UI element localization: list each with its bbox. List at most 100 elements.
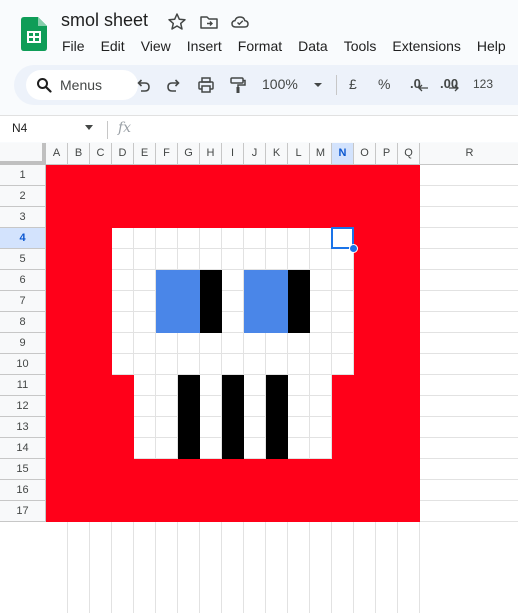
move-to-folder-icon[interactable]	[199, 12, 219, 32]
cell-h15[interactable]	[200, 459, 222, 480]
cell-d4[interactable]	[112, 228, 134, 249]
cell-a5[interactable]	[46, 249, 68, 270]
cell-p8[interactable]	[376, 312, 398, 333]
cell-l2[interactable]	[288, 186, 310, 207]
cell-i17[interactable]	[222, 501, 244, 522]
cell-l11[interactable]	[288, 375, 310, 396]
sheets-logo-icon[interactable]	[21, 17, 47, 51]
zoom-dropdown-icon[interactable]	[308, 75, 328, 95]
row-header-8[interactable]: 8	[0, 312, 46, 333]
cell-m16[interactable]	[310, 480, 332, 501]
cell-n10[interactable]	[332, 354, 354, 375]
cell-p5[interactable]	[376, 249, 398, 270]
cell-r10[interactable]	[420, 354, 518, 375]
cell-q3[interactable]	[398, 207, 420, 228]
cell-l10[interactable]	[288, 354, 310, 375]
cell-e15[interactable]	[134, 459, 156, 480]
cell-g16[interactable]	[178, 480, 200, 501]
name-box[interactable]: N4	[12, 121, 27, 135]
cell-m11[interactable]	[310, 375, 332, 396]
cell-n13[interactable]	[332, 417, 354, 438]
cell-k15[interactable]	[266, 459, 288, 480]
cell-f14[interactable]	[156, 438, 178, 459]
cell-m8[interactable]	[310, 312, 332, 333]
row-header-15[interactable]: 15	[0, 459, 46, 480]
cell-p11[interactable]	[376, 375, 398, 396]
menu-edit[interactable]: Edit	[93, 36, 133, 56]
cell-h6[interactable]	[200, 270, 222, 291]
cell-c7[interactable]	[90, 291, 112, 312]
currency-format-button[interactable]: £	[349, 76, 357, 92]
menu-data[interactable]: Data	[290, 36, 336, 56]
cell-d17[interactable]	[112, 501, 134, 522]
cell-a6[interactable]	[46, 270, 68, 291]
cell-q12[interactable]	[398, 396, 420, 417]
menu-insert[interactable]: Insert	[179, 36, 230, 56]
cell-i11[interactable]	[222, 375, 244, 396]
cell-q5[interactable]	[398, 249, 420, 270]
cell-l3[interactable]	[288, 207, 310, 228]
cell-b6[interactable]	[68, 270, 90, 291]
cell-m5[interactable]	[310, 249, 332, 270]
cell-k2[interactable]	[266, 186, 288, 207]
cell-g2[interactable]	[178, 186, 200, 207]
cell-j11[interactable]	[244, 375, 266, 396]
cell-n15[interactable]	[332, 459, 354, 480]
row-header-11[interactable]: 11	[0, 375, 46, 396]
cell-i7[interactable]	[222, 291, 244, 312]
cell-d15[interactable]	[112, 459, 134, 480]
cell-h12[interactable]	[200, 396, 222, 417]
cell-e3[interactable]	[134, 207, 156, 228]
cell-h4[interactable]	[200, 228, 222, 249]
cell-d2[interactable]	[112, 186, 134, 207]
cell-g14[interactable]	[178, 438, 200, 459]
cell-a4[interactable]	[46, 228, 68, 249]
cell-g11[interactable]	[178, 375, 200, 396]
cell-p7[interactable]	[376, 291, 398, 312]
cell-i8[interactable]	[222, 312, 244, 333]
cell-d14[interactable]	[112, 438, 134, 459]
cell-e13[interactable]	[134, 417, 156, 438]
cell-k8[interactable]	[266, 312, 288, 333]
cell-i5[interactable]	[222, 249, 244, 270]
cell-n17[interactable]	[332, 501, 354, 522]
cell-k7[interactable]	[266, 291, 288, 312]
cell-o12[interactable]	[354, 396, 376, 417]
cell-e9[interactable]	[134, 333, 156, 354]
cell-c13[interactable]	[90, 417, 112, 438]
cell-b17[interactable]	[68, 501, 90, 522]
cell-q11[interactable]	[398, 375, 420, 396]
cell-k14[interactable]	[266, 438, 288, 459]
cell-h9[interactable]	[200, 333, 222, 354]
column-header-p[interactable]: P	[376, 143, 398, 165]
cell-o10[interactable]	[354, 354, 376, 375]
column-header-a[interactable]: A	[46, 143, 68, 165]
cell-a16[interactable]	[46, 480, 68, 501]
empty-grid-area[interactable]	[46, 522, 518, 613]
cloud-saved-icon[interactable]	[230, 12, 250, 32]
cell-j12[interactable]	[244, 396, 266, 417]
cell-h14[interactable]	[200, 438, 222, 459]
menu-tools[interactable]: Tools	[336, 36, 385, 56]
cell-k12[interactable]	[266, 396, 288, 417]
cell-k5[interactable]	[266, 249, 288, 270]
cell-r8[interactable]	[420, 312, 518, 333]
cell-n6[interactable]	[332, 270, 354, 291]
paint-format-icon[interactable]	[228, 75, 248, 95]
row-header-1[interactable]: 1	[0, 165, 46, 186]
cell-q9[interactable]	[398, 333, 420, 354]
cell-j8[interactable]	[244, 312, 266, 333]
cell-c11[interactable]	[90, 375, 112, 396]
cell-b8[interactable]	[68, 312, 90, 333]
cell-n3[interactable]	[332, 207, 354, 228]
redo-icon[interactable]	[164, 75, 184, 95]
cell-k9[interactable]	[266, 333, 288, 354]
cell-e8[interactable]	[134, 312, 156, 333]
cell-a9[interactable]	[46, 333, 68, 354]
column-header-b[interactable]: B	[68, 143, 90, 165]
star-icon[interactable]	[167, 12, 187, 32]
cell-d8[interactable]	[112, 312, 134, 333]
cell-a8[interactable]	[46, 312, 68, 333]
cell-h17[interactable]	[200, 501, 222, 522]
cell-p10[interactable]	[376, 354, 398, 375]
